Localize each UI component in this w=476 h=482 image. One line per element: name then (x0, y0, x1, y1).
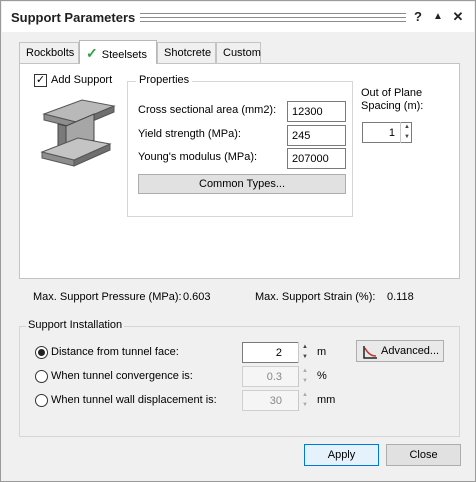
convergence-label: When tunnel convergence is: (51, 370, 193, 382)
spacing-label: Spacing (m): (361, 100, 424, 112)
convergence-input[interactable] (242, 366, 299, 387)
yield-strength-input[interactable] (287, 125, 346, 146)
tab-steelsets[interactable]: ✓ Steelsets (79, 40, 157, 64)
spin-up-icon[interactable]: ▲ (299, 342, 311, 352)
max-strain-label: Max. Support Strain (%): (255, 291, 376, 303)
spin-up-icon[interactable]: ▲ (299, 366, 311, 376)
convergence-radio[interactable] (35, 370, 48, 383)
title-bar[interactable]: Support Parameters ? ▲ ✕ (2, 2, 474, 32)
max-pressure-label: Max. Support Pressure (MPa): (33, 291, 182, 303)
wall-displacement-radio[interactable] (35, 394, 48, 407)
close-icon[interactable]: ✕ (450, 8, 466, 26)
distance-unit: m (317, 346, 327, 358)
common-types-button[interactable]: Common Types... (138, 174, 346, 194)
spin-down-icon[interactable]: ▼ (401, 132, 413, 142)
max-strain-value: 0.118 (387, 291, 414, 303)
distance-input[interactable] (242, 342, 299, 363)
title-grip (140, 13, 406, 22)
wall-displacement-unit: mm (317, 394, 336, 406)
spin-up-icon[interactable]: ▲ (401, 122, 413, 132)
wall-displacement-label: When tunnel wall displacement is: (51, 394, 217, 406)
properties-title: Properties (136, 74, 193, 86)
tab-control: Rockbolts ✓ Steelsets Shotcrete Custom ✓ … (19, 40, 460, 279)
convergence-spinner[interactable]: ▲ ▼ (298, 366, 310, 387)
support-installation-title: Support Installation (26, 319, 125, 331)
collapse-icon[interactable]: ▲ (430, 8, 446, 26)
distance-spinner[interactable]: ▲ ▼ (298, 342, 310, 363)
tab-custom[interactable]: Custom (216, 42, 261, 63)
checkmark-icon: ✓ (86, 45, 98, 61)
advanced-button[interactable]: Advanced... (356, 340, 444, 362)
convergence-unit: % (317, 370, 327, 382)
youngs-modulus-input[interactable] (287, 148, 346, 169)
yield-strength-label: Yield strength (MPa): (138, 128, 241, 140)
spin-down-icon[interactable]: ▼ (299, 352, 311, 362)
window-title: Support Parameters (11, 10, 136, 25)
support-installation-group: Support Installation Distance from tunne… (19, 319, 460, 437)
tab-label: Rockbolts (26, 47, 75, 59)
apply-button[interactable]: Apply (304, 444, 379, 466)
add-support-label: Add Support (51, 74, 113, 86)
steelsets-panel: ✓ Add Support Properties Cross sectional… (19, 63, 460, 279)
support-parameters-window: Support Parameters ? ▲ ✕ Rockbolts ✓ Stee… (0, 0, 476, 482)
youngs-modulus-label: Young's modulus (MPa): (138, 151, 258, 163)
support-curve-icon (363, 346, 377, 359)
spin-down-icon[interactable]: ▼ (299, 400, 311, 410)
max-pressure-value: 0.603 (183, 291, 211, 303)
tab-rockbolts[interactable]: Rockbolts (19, 42, 79, 63)
distance-radio[interactable] (35, 346, 48, 359)
steel-beam-icon (34, 94, 122, 172)
distance-label: Distance from tunnel face: (51, 346, 179, 358)
wall-displacement-spinner[interactable]: ▲ ▼ (298, 390, 310, 411)
out-of-plane-label: Out of Plane (361, 87, 423, 99)
close-button[interactable]: Close (386, 444, 461, 466)
tab-label: Custom (223, 47, 261, 59)
tab-label: Steelsets (101, 49, 147, 61)
cross-section-label: Cross sectional area (mm2): (138, 104, 277, 116)
spin-down-icon[interactable]: ▼ (299, 376, 311, 386)
advanced-label: Advanced... (381, 345, 440, 357)
properties-group: Properties Cross sectional area (mm2): Y… (127, 74, 353, 217)
add-support-checkbox[interactable]: ✓ (34, 74, 47, 87)
tab-shotcrete[interactable]: Shotcrete (157, 42, 216, 63)
spacing-spinner[interactable]: ▲ ▼ (400, 122, 412, 143)
cross-section-input[interactable] (287, 101, 346, 122)
help-icon[interactable]: ? (410, 8, 426, 26)
spin-up-icon[interactable]: ▲ (299, 390, 311, 400)
tab-label: Shotcrete (164, 47, 212, 59)
wall-displacement-input[interactable] (242, 390, 299, 411)
